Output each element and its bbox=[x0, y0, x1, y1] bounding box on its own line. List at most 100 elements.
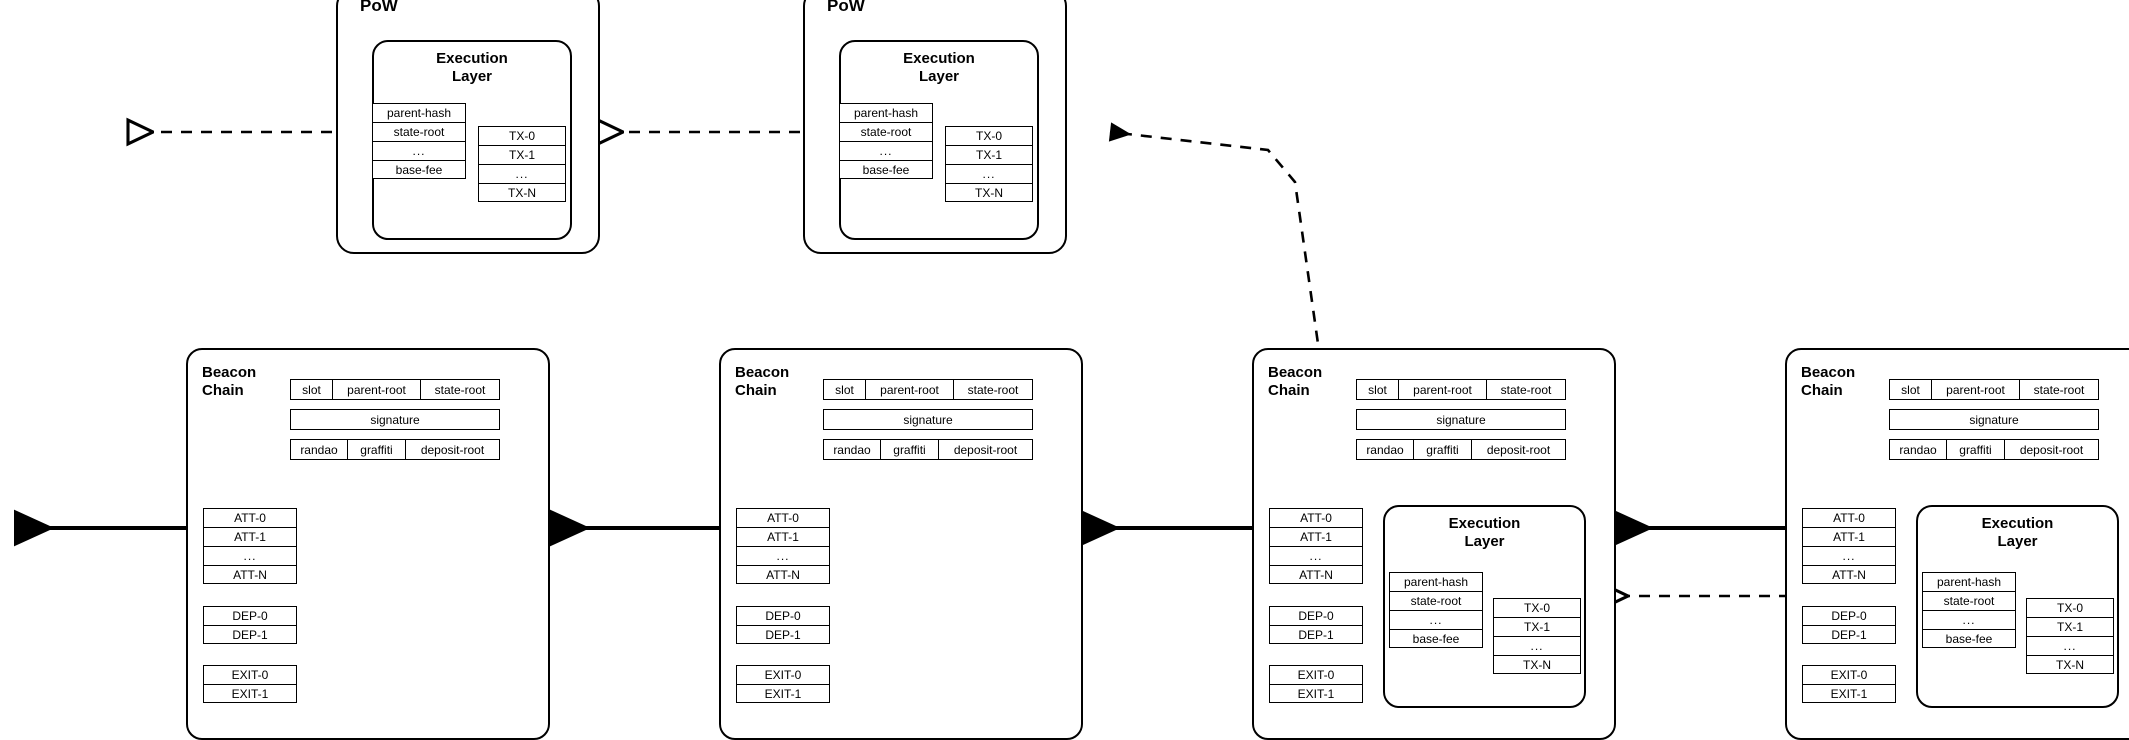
beacon-block-1-exits: EXIT-0 EXIT-1 bbox=[203, 665, 297, 703]
exec-field-parent-hash: parent-hash bbox=[1922, 572, 2016, 591]
beacon-block-4-attestations: ATT-0 ATT-1 ... ATT-N bbox=[1802, 508, 1896, 584]
beacon-block-3-execution-header: parent-hash state-root ... base-fee bbox=[1389, 572, 1483, 648]
bh-parent-root: parent-root bbox=[332, 379, 420, 400]
bh-slot: slot bbox=[290, 379, 332, 400]
bh-state-root: state-root bbox=[1486, 379, 1566, 400]
dep-1: DEP-1 bbox=[736, 625, 830, 644]
tx-ellipsis: ... bbox=[1493, 636, 1581, 655]
tx-n: TX-N bbox=[478, 183, 566, 202]
bh-signature: signature bbox=[1356, 409, 1566, 430]
beacon-block-1-attestations: ATT-0 ATT-1 ... ATT-N bbox=[203, 508, 297, 584]
bh-graffiti: graffiti bbox=[1946, 439, 2004, 460]
tx-ellipsis: ... bbox=[945, 164, 1033, 183]
beacon-block-4-header-row3: randao graffiti deposit-root bbox=[1889, 439, 2099, 460]
beacon-block-3-header-row2: signature bbox=[1356, 409, 1566, 430]
exec-field-parent-hash: parent-hash bbox=[372, 103, 466, 122]
exit-0: EXIT-0 bbox=[736, 665, 830, 684]
tx-1: TX-1 bbox=[478, 145, 566, 164]
beacon-block-4-deposits: DEP-0 DEP-1 bbox=[1802, 606, 1896, 644]
pow-block-1-title: PoW bbox=[360, 0, 398, 15]
bh-graffiti: graffiti bbox=[1413, 439, 1471, 460]
beacon-block-3-header-row1: slot parent-root state-root bbox=[1356, 379, 1566, 400]
bh-slot: slot bbox=[1356, 379, 1398, 400]
beacon-block-4-exits: EXIT-0 EXIT-1 bbox=[1802, 665, 1896, 703]
bh-graffiti: graffiti bbox=[347, 439, 405, 460]
exec-field-state-root: state-root bbox=[839, 122, 933, 141]
beacon-block-2-attestations: ATT-0 ATT-1 ... ATT-N bbox=[736, 508, 830, 584]
dep-0: DEP-0 bbox=[736, 606, 830, 625]
bh-randao: randao bbox=[1356, 439, 1413, 460]
tx-n: TX-N bbox=[1493, 655, 1581, 674]
dep-1: DEP-1 bbox=[1802, 625, 1896, 644]
exit-0: EXIT-0 bbox=[203, 665, 297, 684]
dep-1: DEP-1 bbox=[1269, 625, 1363, 644]
beacon-block-3-exits: EXIT-0 EXIT-1 bbox=[1269, 665, 1363, 703]
bh-slot: slot bbox=[823, 379, 865, 400]
att-ellipsis: ... bbox=[736, 546, 830, 565]
exec-field-base-fee: base-fee bbox=[839, 160, 933, 179]
tx-0: TX-0 bbox=[478, 126, 566, 145]
bh-signature: signature bbox=[823, 409, 1033, 430]
exec-field-state-root: state-root bbox=[1922, 591, 2016, 610]
bh-parent-root: parent-root bbox=[1398, 379, 1486, 400]
att-1: ATT-1 bbox=[1802, 527, 1896, 546]
att-n: ATT-N bbox=[1802, 565, 1896, 584]
pow-block-1-execution-header: parent-hash state-root ... base-fee bbox=[372, 103, 466, 179]
exec-field-base-fee: base-fee bbox=[372, 160, 466, 179]
dep-0: DEP-0 bbox=[1802, 606, 1896, 625]
att-n: ATT-N bbox=[203, 565, 297, 584]
beacon-block-2-exits: EXIT-0 EXIT-1 bbox=[736, 665, 830, 703]
beacon-block-1-deposits: DEP-0 DEP-1 bbox=[203, 606, 297, 644]
beacon-block-3-title: Beacon Chain bbox=[1268, 364, 1323, 399]
beacon-block-3-execution-layer-title: Execution Layer bbox=[1448, 515, 1521, 550]
tx-n: TX-N bbox=[945, 183, 1033, 202]
att-ellipsis: ... bbox=[203, 546, 297, 565]
exit-1: EXIT-1 bbox=[736, 684, 830, 703]
bh-randao: randao bbox=[1889, 439, 1946, 460]
bh-signature: signature bbox=[1889, 409, 2099, 430]
exec-field-base-fee: base-fee bbox=[1389, 629, 1483, 648]
bh-randao: randao bbox=[290, 439, 347, 460]
beacon-block-3-attestations: ATT-0 ATT-1 ... ATT-N bbox=[1269, 508, 1363, 584]
bh-deposit-root: deposit-root bbox=[2004, 439, 2099, 460]
bh-state-root: state-root bbox=[953, 379, 1033, 400]
tx-0: TX-0 bbox=[945, 126, 1033, 145]
bh-signature: signature bbox=[290, 409, 500, 430]
pow-block-2-title: PoW bbox=[827, 0, 865, 15]
bh-deposit-root: deposit-root bbox=[1471, 439, 1566, 460]
tx-1: TX-1 bbox=[2026, 617, 2114, 636]
bh-parent-root: parent-root bbox=[865, 379, 953, 400]
att-1: ATT-1 bbox=[1269, 527, 1363, 546]
pow-block-1-transactions: TX-0 TX-1 ... TX-N bbox=[478, 126, 566, 202]
exec-field-ellipsis: ... bbox=[839, 141, 933, 160]
beacon-block-3-deposits: DEP-0 DEP-1 bbox=[1269, 606, 1363, 644]
beacon-block-4-header-row1: slot parent-root state-root bbox=[1889, 379, 2099, 400]
tx-ellipsis: ... bbox=[2026, 636, 2114, 655]
att-0: ATT-0 bbox=[1802, 508, 1896, 527]
exit-1: EXIT-1 bbox=[1802, 684, 1896, 703]
bh-deposit-root: deposit-root bbox=[938, 439, 1033, 460]
pow-block-1-execution-layer-title: Execution Layer bbox=[436, 50, 508, 85]
att-ellipsis: ... bbox=[1802, 546, 1896, 565]
beacon-block-4-title: Beacon Chain bbox=[1801, 364, 1856, 399]
tx-0: TX-0 bbox=[1493, 598, 1581, 617]
exec-field-state-root: state-root bbox=[1389, 591, 1483, 610]
bh-graffiti: graffiti bbox=[880, 439, 938, 460]
beacon-block-1-header-row2: signature bbox=[290, 409, 500, 430]
exec-field-ellipsis: ... bbox=[1389, 610, 1483, 629]
exit-1: EXIT-1 bbox=[1269, 684, 1363, 703]
bh-deposit-root: deposit-root bbox=[405, 439, 500, 460]
exec-field-parent-hash: parent-hash bbox=[839, 103, 933, 122]
beacon-block-4-transactions: TX-0 TX-1 ... TX-N bbox=[2026, 598, 2114, 674]
att-n: ATT-N bbox=[1269, 565, 1363, 584]
bh-state-root: state-root bbox=[420, 379, 500, 400]
beacon-block-2-header-row2: signature bbox=[823, 409, 1033, 430]
diagram-canvas: PoW Execution Layer parent-hash state-ro… bbox=[0, 0, 2129, 740]
beacon-block-2-deposits: DEP-0 DEP-1 bbox=[736, 606, 830, 644]
beacon-block-4-execution-header: parent-hash state-root ... base-fee bbox=[1922, 572, 2016, 648]
exec-field-base-fee: base-fee bbox=[1922, 629, 2016, 648]
tx-1: TX-1 bbox=[1493, 617, 1581, 636]
att-1: ATT-1 bbox=[203, 527, 297, 546]
pow-block-2-execution-layer-title: Execution Layer bbox=[903, 50, 975, 85]
att-0: ATT-0 bbox=[203, 508, 297, 527]
